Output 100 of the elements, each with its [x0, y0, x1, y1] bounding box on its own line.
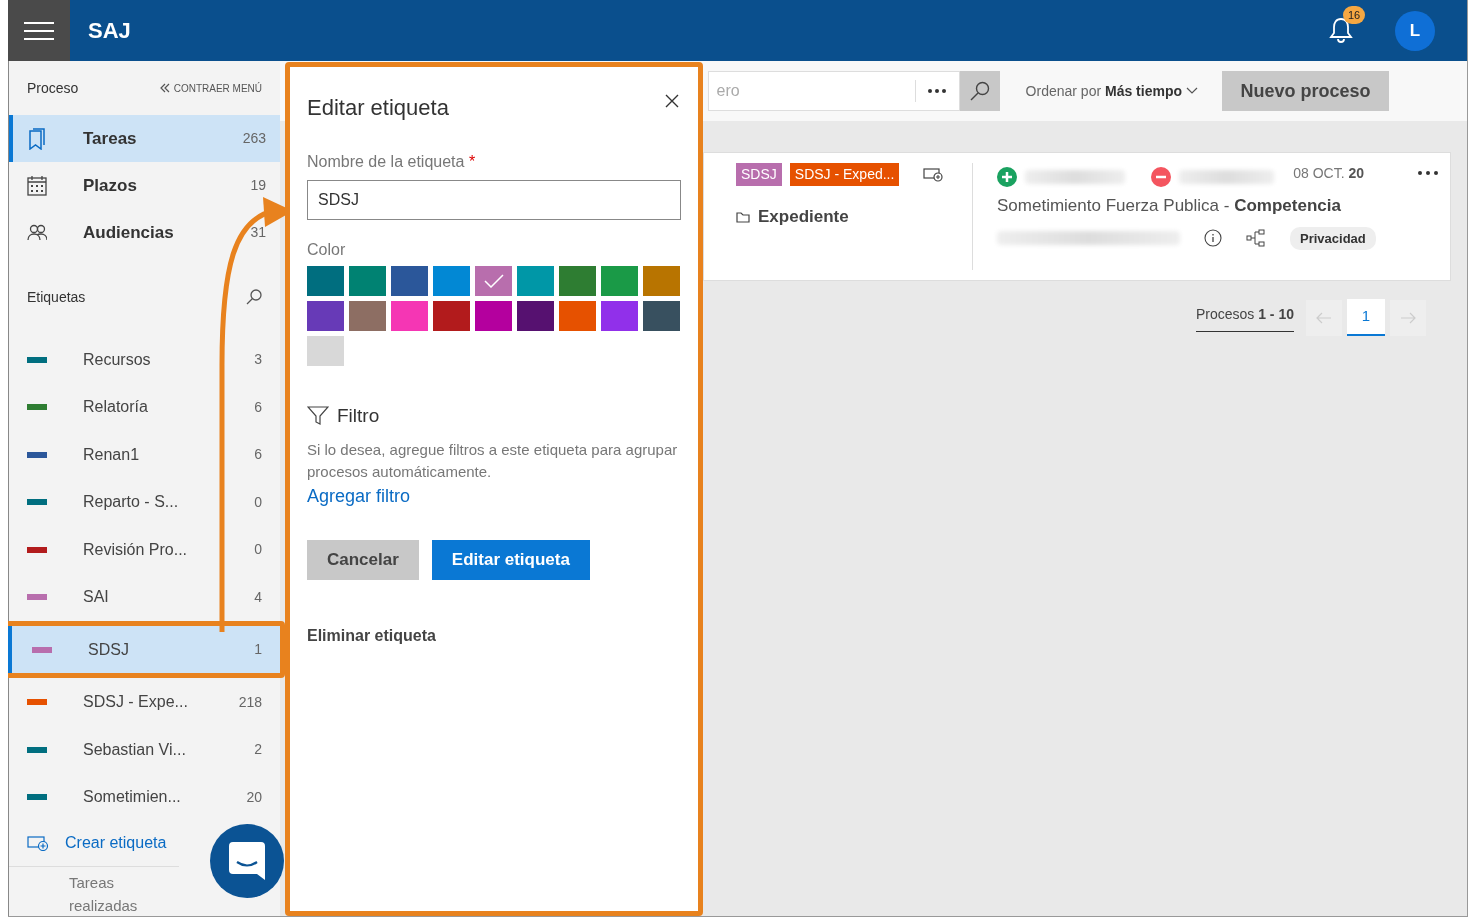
color-swatch[interactable]: [601, 301, 638, 331]
more-icon[interactable]: [1418, 171, 1438, 175]
remove-circle-icon: [1151, 167, 1171, 187]
new-process-button[interactable]: Nuevo proceso: [1222, 71, 1389, 111]
label-name: Reparto - S...: [83, 492, 180, 513]
add-label-icon[interactable]: [923, 166, 944, 183]
calendar-icon: [27, 174, 47, 197]
process-card[interactable]: SDSJ SDSJ - Exped... Expediente 08 OCT. 20 Sometimiento Fuerza Publica - Competencia Privacidad: [703, 152, 1451, 281]
folder-icon: [736, 210, 750, 223]
menu-icon: [24, 21, 54, 40]
nav-item[interactable]: Tareas 263: [9, 115, 280, 163]
results-summary: Procesos 1 - 10: [1195, 303, 1294, 332]
color-swatch[interactable]: [391, 301, 428, 331]
edit-label-button[interactable]: Editar etiqueta: [431, 539, 590, 580]
item-count: 0: [254, 492, 262, 512]
label-item[interactable]: Reparto - S... 0: [9, 478, 280, 526]
color-swatch[interactable]: [433, 266, 470, 296]
item-count: 6: [254, 445, 262, 465]
previous-page-button[interactable]: [1306, 299, 1342, 336]
more-icon: [928, 89, 947, 93]
label-item[interactable]: Sebastian Vi... 2: [9, 725, 280, 774]
add-circle-icon: [997, 167, 1017, 187]
chat-icon: [229, 842, 265, 880]
arrow-right-icon: [1400, 312, 1416, 325]
color-swatch[interactable]: [307, 266, 344, 296]
double-chevron-icon: [159, 83, 170, 94]
color-swatch[interactable]: [643, 301, 680, 331]
color-swatch[interactable]: [307, 336, 344, 366]
page-button[interactable]: 1: [1347, 299, 1385, 336]
label-tag: SDSJ: [736, 163, 782, 186]
field-label: Nombre de la etiqueta *: [307, 152, 477, 172]
color-swatch[interactable]: [601, 266, 638, 296]
label-item[interactable]: Relatoría 6: [9, 383, 280, 431]
color-swatch[interactable]: [643, 266, 680, 296]
color-swatch[interactable]: [559, 301, 596, 331]
chevron-down-icon: [1186, 87, 1198, 95]
collapse-menu-button[interactable]: CONTRAER MENÚ: [159, 80, 262, 96]
info-icon[interactable]: [1204, 229, 1222, 248]
label-name: Sometimien...: [83, 787, 182, 808]
color-swatch[interactable]: [349, 301, 386, 331]
color-swatch[interactable]: [517, 301, 554, 331]
process-title: Sometimiento Fuerza Publica - Competencia: [997, 195, 1342, 217]
close-icon: [665, 94, 679, 109]
item-count: 20: [246, 787, 262, 807]
label-item[interactable]: SDSJ 1: [8, 625, 280, 674]
process-type: Expediente: [758, 206, 849, 228]
labels-heading: Etiquetas: [27, 287, 86, 307]
color-swatch[interactable]: [391, 266, 428, 296]
color-swatch[interactable]: [433, 301, 470, 331]
color-swatch[interactable]: [349, 266, 386, 296]
cancel-button[interactable]: Cancelar: [307, 539, 419, 580]
panel-title: Editar etiqueta: [307, 94, 449, 122]
menu-button[interactable]: [8, 0, 70, 61]
label-item[interactable]: SDSJ - Expe... 218: [9, 678, 280, 726]
label-item[interactable]: Revisión Pro... 0: [9, 525, 280, 574]
color-swatch[interactable]: [307, 301, 344, 331]
section-title: Filtro: [337, 404, 380, 428]
arrow-left-icon: [1316, 312, 1332, 325]
item-count: 6: [254, 397, 262, 417]
label-name: Revisión Pro...: [83, 539, 189, 560]
label-item[interactable]: Sometimien... 20: [9, 773, 280, 821]
completed-tasks-label: Tareas realizadas: [9, 866, 179, 916]
nav-item[interactable]: Audiencias 31: [9, 209, 280, 257]
required-mark: *: [468, 153, 476, 170]
search-box[interactable]: ero: [707, 71, 960, 111]
search-icon[interactable]: [246, 289, 262, 305]
item-count: 1: [254, 640, 262, 660]
color-swatch[interactable]: [475, 301, 512, 331]
field-label: Color: [307, 240, 347, 260]
label-item[interactable]: SAI 4: [9, 573, 280, 621]
bookmark-icon: [27, 127, 47, 150]
hierarchy-icon[interactable]: [1246, 229, 1266, 248]
checkmark-icon: [483, 274, 504, 288]
avatar-button[interactable]: L: [1395, 10, 1435, 51]
add-filter-link[interactable]: Agregar filtro: [307, 482, 411, 510]
next-page-button[interactable]: [1390, 299, 1426, 336]
color-swatch[interactable]: [517, 266, 554, 296]
color-swatch[interactable]: [475, 266, 512, 296]
search-button[interactable]: [959, 71, 1000, 111]
item-count: 2: [254, 740, 262, 760]
notification-count: 16: [1343, 5, 1366, 24]
label-item[interactable]: Recursos 3: [9, 335, 280, 384]
delete-label-button[interactable]: Eliminar etiqueta: [307, 623, 436, 648]
label-name: SDSJ: [88, 639, 130, 660]
label-item[interactable]: Renan1 6: [9, 430, 280, 479]
color-swatch[interactable]: [559, 266, 596, 296]
label-name: Renan1: [83, 444, 141, 465]
label-name: Sebastian Vi...: [83, 739, 187, 760]
item-count: 19: [250, 176, 266, 196]
item-count: 218: [238, 692, 262, 712]
nav-item[interactable]: Plazos 19: [9, 162, 280, 210]
item-count: 4: [254, 587, 262, 607]
label-name: Relatoría: [83, 397, 149, 418]
app-title: SAJ: [88, 17, 131, 45]
label-name-field[interactable]: SDSJ: [307, 180, 681, 220]
sort-dropdown[interactable]: Ordenar por Más tiempo: [1019, 79, 1204, 103]
section-title: Proceso: [27, 78, 79, 98]
create-label-link[interactable]: Crear etiqueta: [9, 820, 185, 866]
item-count: 31: [250, 223, 266, 243]
filter-icon: [307, 406, 329, 427]
